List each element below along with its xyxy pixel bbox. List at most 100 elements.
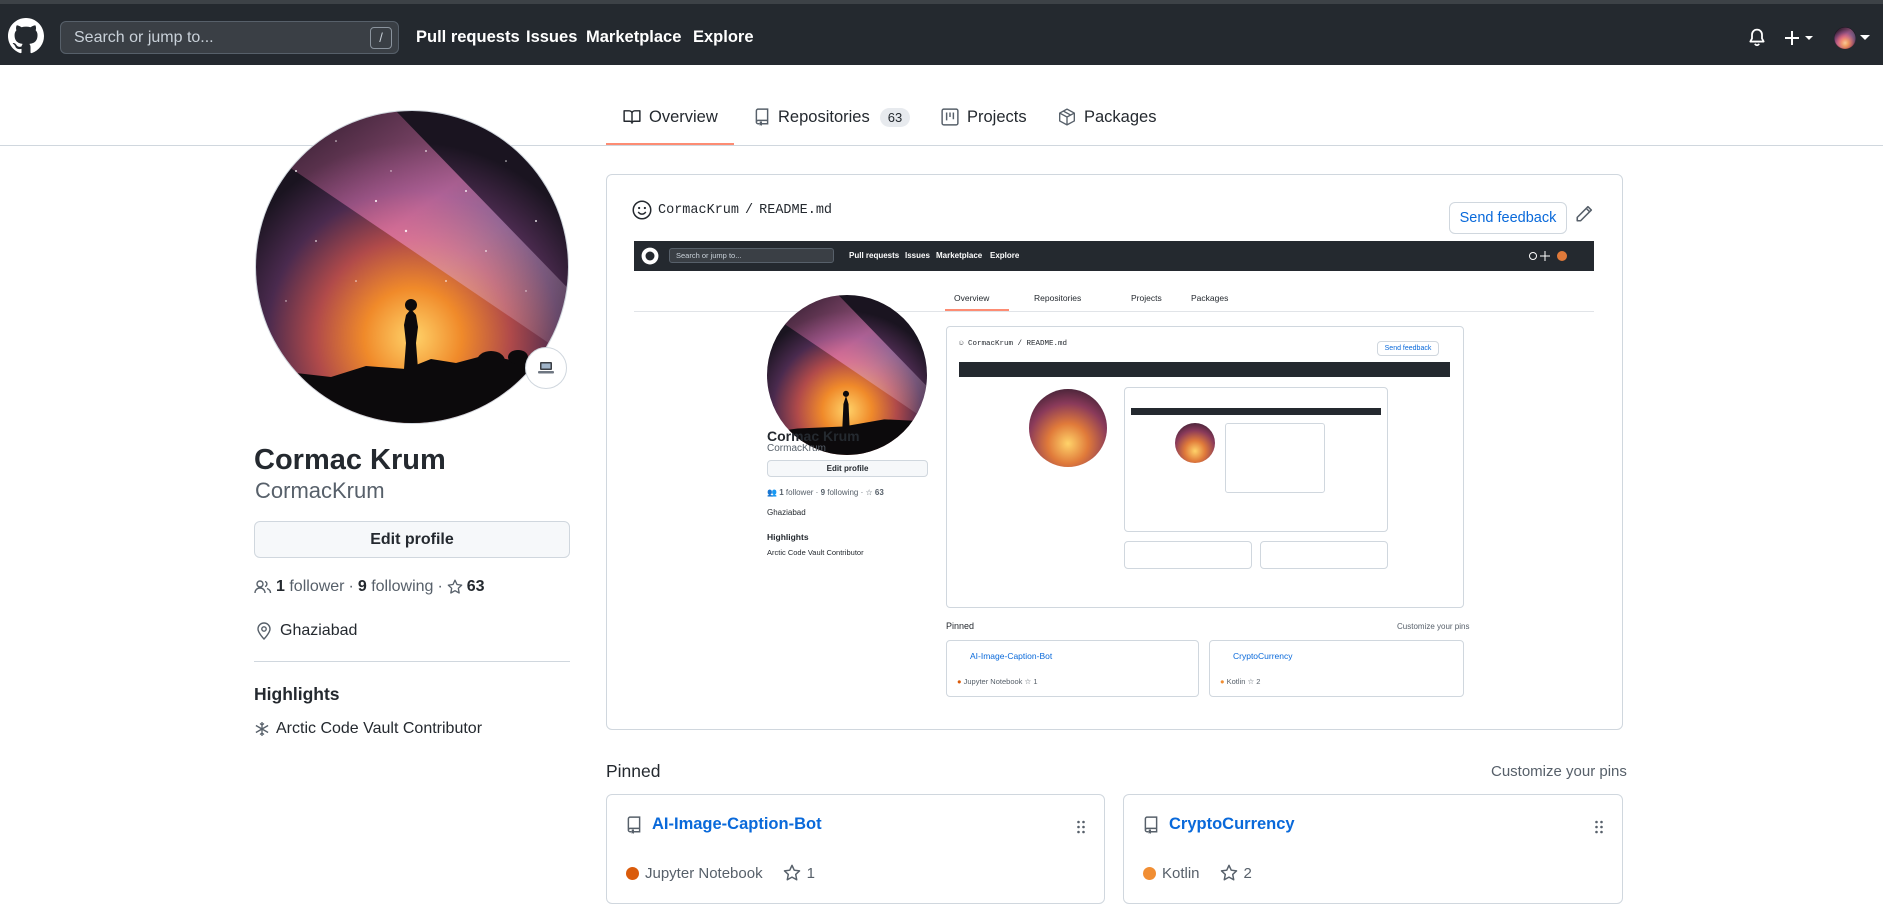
pinned-repo-link[interactable]: CryptoCurrency (1169, 815, 1295, 834)
mini-pin-card-2: CryptoCurrency ● Kotlin ☆ 2 (1209, 640, 1464, 697)
edit-profile-button[interactable]: Edit profile (254, 521, 570, 558)
tab-projects[interactable]: Projects (941, 98, 1027, 146)
mini-tab: Projects (1131, 293, 1162, 303)
plus-dropdown-icon[interactable] (1784, 29, 1816, 47)
mini-pin-name-2: CryptoCurrency (1233, 651, 1293, 661)
dot-separator: · (348, 578, 354, 595)
drag-grip-icon[interactable] (1594, 819, 1604, 835)
following-label: following (371, 578, 434, 595)
stars-count: 63 (466, 578, 485, 595)
top-header: / Pull requests Issues Marketplace Explo… (0, 0, 1883, 65)
mini-nav: Pull requests (849, 251, 900, 260)
profile-username: CormacKrum (255, 478, 385, 503)
search-box[interactable]: / (60, 21, 399, 54)
pinned-repo-meta: Kotlin 2 (1143, 864, 1252, 882)
star-icon (783, 864, 800, 881)
mini-followers: 1 (779, 488, 784, 497)
mini-pin-lang-2: Kotlin (1226, 677, 1246, 686)
mini-pin-meta-2: ● Kotlin ☆ 2 (1220, 677, 1261, 686)
mini-readme-title: ☺ CormacKrum / README.md (959, 340, 1068, 348)
mini-nested-box-3 (1225, 423, 1325, 493)
star-icon (1220, 864, 1237, 881)
following-link[interactable]: 9 following (358, 578, 434, 596)
repo-stars-count: 2 (1243, 864, 1252, 882)
repo-stars-link[interactable]: 2 (1220, 864, 1252, 882)
nav-pull-requests[interactable]: Pull requests (416, 28, 520, 47)
mini-follow-stats: 👥 1 follower · 9 following · ☆ 63 (767, 488, 884, 497)
mini-nested-header-2 (1131, 408, 1381, 415)
mini-nested-avatar-2 (1175, 423, 1215, 463)
project-icon (941, 108, 959, 126)
galaxy-avatar-image (256, 111, 568, 423)
mini-header: Search or jump to... Pull requests Issue… (634, 241, 1594, 271)
bell-icon[interactable] (1748, 28, 1766, 48)
repo-stars-link[interactable]: 1 (783, 864, 815, 882)
follow-stats: 1 follower · 9 following · 63 (254, 578, 485, 596)
mini-following-label: following (827, 488, 859, 497)
nav-issues[interactable]: Issues (526, 28, 577, 47)
send-feedback-button[interactable]: Send feedback (1449, 202, 1567, 234)
mini-following: 9 (820, 488, 826, 497)
readme-owner-link[interactable]: CormacKrum (658, 203, 739, 218)
repositories-count-badge: 63 (879, 108, 911, 127)
mini-nested-pin-1 (1124, 541, 1252, 569)
mini-username: CormacKrum (767, 443, 826, 454)
drag-grip-icon[interactable] (1076, 819, 1086, 835)
tab-repositories-label: Repositories (778, 108, 870, 126)
profile-location: Ghaziabad (256, 622, 357, 640)
location-pin-icon (257, 622, 271, 640)
pinned-repo-link[interactable]: AI-Image-Caption-Bot (652, 815, 822, 834)
readme-path-separator: / (745, 202, 754, 218)
nav-marketplace[interactable]: Marketplace (586, 28, 681, 47)
profile-avatar[interactable] (255, 110, 569, 424)
followers-link[interactable]: 1 follower (276, 578, 345, 596)
mini-highlights: Highlights (767, 532, 809, 542)
pinned-repo-card: AI-Image-Caption-Bot Jupyter Notebook 1 (606, 794, 1105, 904)
star-icon (447, 579, 463, 594)
mini-tab: Packages (1191, 293, 1229, 303)
tab-packages[interactable]: Packages (1058, 98, 1156, 146)
mini-pin-stars-2: 2 (1256, 677, 1261, 686)
readme-title: CormacKrum / README.md (632, 200, 832, 220)
pinned-repo-header: AI-Image-Caption-Bot (626, 815, 822, 834)
mini-tab: Repositories (1034, 293, 1082, 303)
tab-packages-label: Packages (1084, 108, 1157, 126)
mini-divider (634, 311, 1594, 312)
set-status-button[interactable] (525, 347, 567, 389)
stars-link[interactable]: 63 (447, 578, 485, 596)
mini-nested-pin-2 (1260, 541, 1388, 569)
search-shortcut-key: / (370, 27, 392, 49)
tab-overview[interactable]: Overview (606, 98, 734, 146)
mini-nav: Issues (905, 251, 930, 260)
following-count: 9 (357, 578, 367, 595)
mini-pin-lang-1: Jupyter Notebook (963, 677, 1023, 686)
dot-separator: · (437, 578, 443, 595)
repo-icon (1144, 815, 1158, 834)
tab-repositories[interactable]: Repositories 63 (754, 98, 911, 146)
mini-pin-stars-1: 1 (1033, 677, 1038, 686)
customize-pins-link[interactable]: Customize your pins (1491, 763, 1627, 780)
mini-feedback-button: Send feedback (1377, 341, 1439, 356)
repo-icon (755, 108, 769, 126)
pinned-repo-header: CryptoCurrency (1143, 815, 1295, 834)
nav-explore[interactable]: Explore (693, 28, 754, 47)
repo-language: Kotlin (1162, 864, 1200, 882)
mini-edit-button: Edit profile (767, 460, 928, 477)
mini-readme-box: ☺ CormacKrum / README.md Send feedback (946, 326, 1464, 608)
mini-name: Cormac Krum (767, 428, 860, 444)
user-menu[interactable] (1834, 27, 1870, 49)
mini-pinned-title: Pinned (946, 621, 975, 631)
laptop-emoji-icon (538, 362, 554, 374)
github-logo-icon[interactable] (8, 18, 44, 54)
chevron-down-icon (1860, 35, 1870, 40)
highlights-title: Highlights (254, 684, 340, 704)
search-input[interactable] (61, 22, 398, 53)
tab-projects-label: Projects (967, 108, 1027, 126)
mini-pin-card-1: AI-Image-Caption-Bot ● Jupyter Notebook … (946, 640, 1199, 697)
mini-nav: Marketplace (936, 251, 983, 260)
mini-location: Ghaziabad (767, 508, 806, 517)
pencil-edit-icon[interactable] (1575, 205, 1593, 223)
highlight-item[interactable]: Arctic Code Vault Contributor (254, 720, 482, 738)
followers-label: follower (289, 578, 345, 595)
repo-language: Jupyter Notebook (645, 864, 763, 882)
